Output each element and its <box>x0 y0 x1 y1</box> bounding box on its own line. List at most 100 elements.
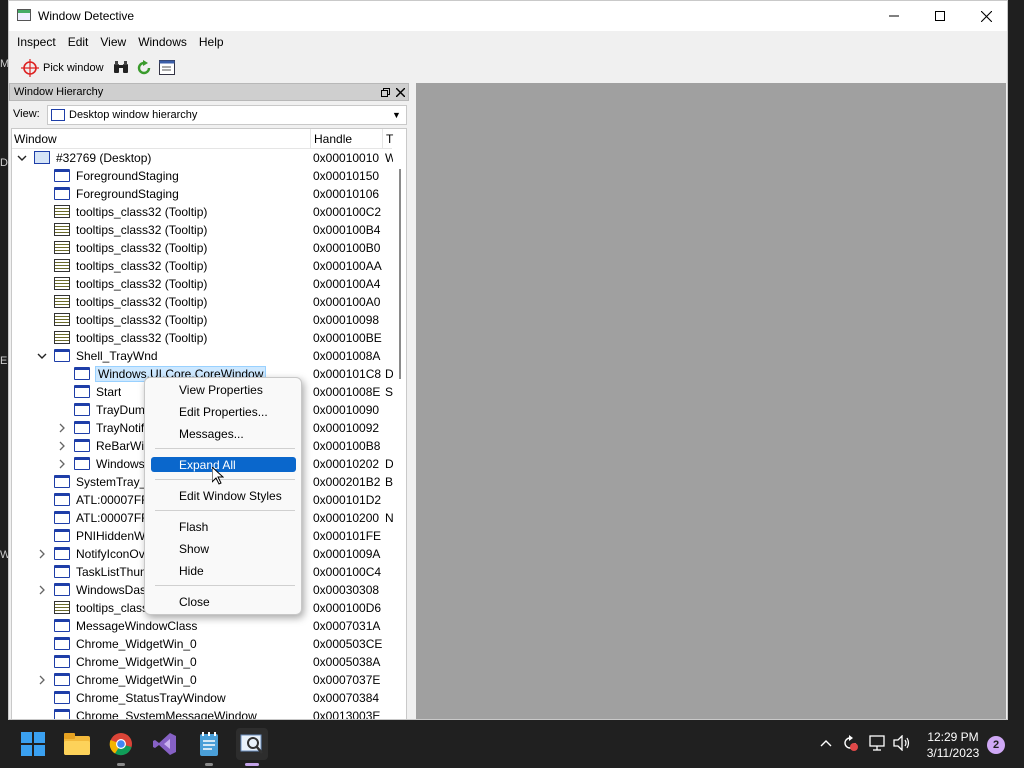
menu-item-close[interactable]: Close <box>179 595 210 609</box>
clock-date: 3/11/2023 <box>926 746 980 760</box>
row-type: S <box>385 385 393 399</box>
tree-scrollbar[interactable] <box>397 149 403 719</box>
title-bar[interactable]: Window Detective <box>9 1 1007 31</box>
pick-window-button[interactable]: Pick window <box>9 56 108 80</box>
desktop-fragment: E <box>0 355 8 367</box>
tree-row[interactable]: tooltips_class32 (Tooltip) 0x000100A4 <box>12 275 392 293</box>
chevron-right-icon[interactable] <box>56 440 68 452</box>
menu-view[interactable]: View <box>94 32 132 52</box>
chevron-right-icon[interactable] <box>36 674 48 686</box>
row-handle: 0x000100B4 <box>313 223 381 237</box>
row-handle: 0x0005038A <box>313 655 381 669</box>
row-handle: 0x00030308 <box>313 583 380 597</box>
maximize-button[interactable] <box>917 1 963 31</box>
notepad-button[interactable] <box>193 728 225 760</box>
tree-row[interactable]: ForegroundStaging 0x00010106 <box>12 185 392 203</box>
show-hidden-icons-button[interactable] <box>816 732 836 754</box>
window-icon <box>54 637 70 650</box>
visual-studio-button[interactable] <box>149 728 181 760</box>
row-window-name: Chrome_WidgetWin_0 <box>76 655 197 669</box>
menu-item-view-properties[interactable]: View Properties <box>179 383 263 397</box>
window-icon <box>54 169 70 182</box>
row-handle: 0x000100A0 <box>313 295 381 309</box>
row-window-name: tooltips_class32 (Tooltip) <box>76 259 208 273</box>
edit-properties-button[interactable] <box>157 58 177 78</box>
window-icon <box>54 709 70 719</box>
tree-row[interactable]: Chrome_WidgetWin_0 0x000503CE <box>12 635 392 653</box>
menu-item-edit-properties[interactable]: Edit Properties... <box>179 405 268 419</box>
tree-row[interactable]: Chrome_WidgetWin_0 0x0005038A <box>12 653 392 671</box>
row-handle: 0x00010202 <box>313 457 380 471</box>
network-icon <box>869 735 885 751</box>
window-icon <box>54 655 70 668</box>
network-button[interactable] <box>868 732 888 754</box>
menu-windows[interactable]: Windows <box>132 32 193 52</box>
menu-item-edit-window-styles[interactable]: Edit Window Styles <box>179 489 282 503</box>
chevron-right-icon[interactable] <box>36 548 48 560</box>
start-button[interactable] <box>17 728 49 760</box>
tree-row[interactable]: #32769 (Desktop) 0x00010010 W <box>12 149 393 167</box>
tree-row[interactable]: MessageWindowClass 0x0007031A <box>12 617 392 635</box>
notification-badge[interactable]: 2 <box>987 736 1005 754</box>
desktop-fragment: D <box>0 157 8 169</box>
row-handle: 0x000100C4 <box>313 565 382 579</box>
row-handle: 0x0013003E <box>313 709 381 720</box>
window-icon <box>54 691 70 704</box>
tree-row[interactable]: Chrome_StatusTrayWindow 0x00070384 <box>12 689 392 707</box>
tree-row[interactable]: ForegroundStaging 0x00010150 <box>12 167 392 185</box>
tree-row[interactable]: tooltips_class32 (Tooltip) 0x000100A0 <box>12 293 392 311</box>
volume-button[interactable] <box>892 732 912 754</box>
tree-row[interactable]: tooltips_class32 (Tooltip) 0x000100C2 <box>12 203 392 221</box>
system-clock[interactable]: 12:29 PM 3/11/2023 <box>918 729 988 761</box>
tree-row[interactable]: tooltips_class32 (Tooltip) 0x00010098 <box>12 311 392 329</box>
taskbar: 12:29 PM 3/11/2023 <box>0 720 1024 768</box>
sync-tray-button[interactable] <box>840 732 860 754</box>
menu-item-expand-all[interactable]: Expand All <box>179 458 236 472</box>
start-icon <box>21 732 45 756</box>
menu-item-hide[interactable]: Hide <box>179 564 204 578</box>
pick-window-label: Pick window <box>43 61 104 74</box>
tree-row[interactable]: tooltips_class32 (Tooltip) 0x000100B0 <box>12 239 392 257</box>
row-window-name: Start <box>96 385 122 399</box>
float-panel-button[interactable] <box>378 85 392 99</box>
column-header-window[interactable]: Window <box>14 132 57 146</box>
chevron-down-icon[interactable] <box>36 350 48 362</box>
maximize-icon <box>935 11 945 21</box>
minimize-button[interactable] <box>871 1 917 31</box>
minimize-icon <box>889 15 899 17</box>
window-detective-icon <box>240 734 263 754</box>
tooltip-icon <box>54 295 70 308</box>
column-header-handle[interactable]: Handle <box>314 132 352 146</box>
close-panel-button[interactable] <box>393 85 407 99</box>
file-explorer-button[interactable] <box>61 728 93 760</box>
tree-row[interactable]: Chrome_SystemMessageWindow 0x0013003E <box>12 707 392 720</box>
refresh-icon <box>137 59 150 74</box>
chevron-down-icon[interactable] <box>16 152 28 164</box>
scrollbar-thumb[interactable] <box>399 169 401 379</box>
window-detective-taskbar-button[interactable] <box>236 728 268 760</box>
close-button[interactable] <box>963 1 1007 31</box>
view-dropdown[interactable]: Desktop window hierarchy ▼ <box>47 105 407 125</box>
refresh-button[interactable] <box>134 58 154 78</box>
menu-item-flash[interactable]: Flash <box>179 520 208 534</box>
row-type: B <box>385 475 393 489</box>
column-header-type[interactable]: T <box>386 132 393 146</box>
menu-item-show[interactable]: Show <box>179 542 209 556</box>
chevron-right-icon[interactable] <box>36 584 48 596</box>
row-handle: 0x000100B0 <box>313 241 381 255</box>
chevron-right-icon[interactable] <box>56 458 68 470</box>
tree-row[interactable]: tooltips_class32 (Tooltip) 0x000100BE <box>12 329 392 347</box>
menu-inspect[interactable]: Inspect <box>11 32 62 52</box>
tree-row[interactable]: tooltips_class32 (Tooltip) 0x000100B4 <box>12 221 392 239</box>
find-button[interactable] <box>111 58 131 78</box>
tree-row[interactable]: Chrome_WidgetWin_0 0x0007037E <box>12 671 392 689</box>
chrome-button[interactable] <box>105 728 137 760</box>
menu-edit[interactable]: Edit <box>62 32 95 52</box>
menu-help[interactable]: Help <box>193 32 230 52</box>
window-icon <box>74 457 90 470</box>
menu-item-messages[interactable]: Messages... <box>179 427 244 441</box>
tree-row[interactable]: tooltips_class32 (Tooltip) 0x000100AA <box>12 257 392 275</box>
row-handle: 0x0001009A <box>313 547 381 561</box>
tree-row[interactable]: Shell_TrayWnd 0x0001008A <box>12 347 392 365</box>
chevron-right-icon[interactable] <box>56 422 68 434</box>
